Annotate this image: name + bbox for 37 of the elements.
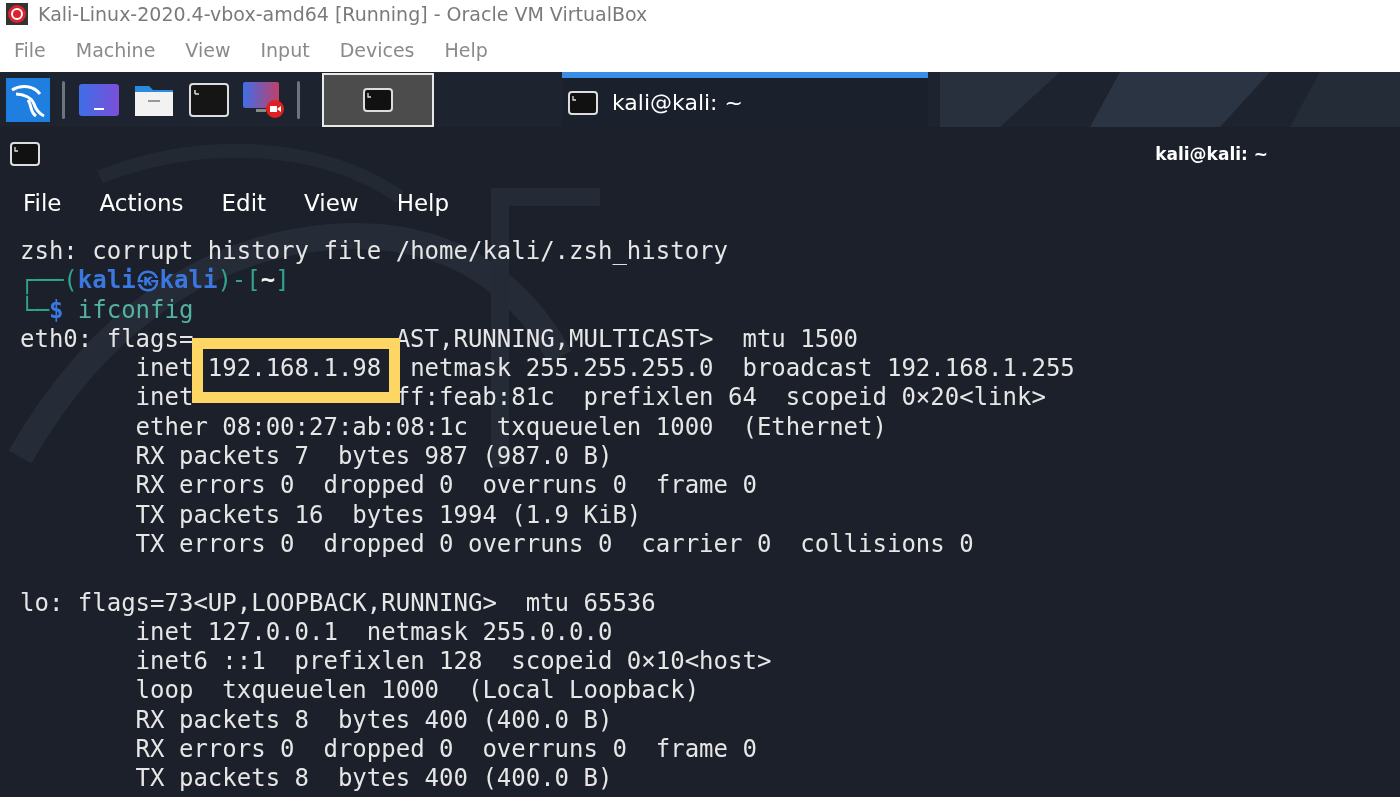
- terminal-text: loop txqueuelen 1000 (Local Loopback): [134, 676, 700, 706]
- prompt-line: ┌──(kali㉿kali)-[~]: [20, 266, 290, 295]
- terminal-icon: [10, 141, 40, 166]
- terminal-text: RX errors 0 dropped 0 overruns 0 frame 0: [134, 471, 757, 501]
- menu-item[interactable]: File: [23, 189, 62, 216]
- terminal-text: TX packets 16 bytes 1994 (1.9 KiB): [134, 500, 642, 530]
- menu-item[interactable]: View: [304, 189, 359, 216]
- prompt-line: └─$ ifconfig: [20, 295, 194, 325]
- terminal-text: eth0: flags=: [20, 324, 194, 355]
- terminal-text: ether 08:00:27:ab:08:1c txqueuelen 1000 (Ethernet): [134, 412, 887, 443]
- terminal-icon: [568, 90, 598, 115]
- taskbar-window-button[interactable]: kali@kali: ~: [562, 72, 928, 127]
- terminal-text: inet 192.168.1.98 netmask 255.255.255.0 broadcast 192.168.1.255: [134, 354, 1075, 384]
- window-title: Kali-Linux-2020.4-vbox-amd64 [Running] - Oracle VM VirtualBox: [38, 3, 648, 25]
- terminal-text: zsh: corrupt history file /home/kali/.zsh_history: [20, 237, 728, 267]
- terminal-text: RX packets 8 bytes 400 (400.0 B): [134, 705, 613, 736]
- terminal-text: RX errors 0 dropped 0 overruns 0 frame 0: [134, 735, 757, 765]
- desktop-icon[interactable]: [78, 82, 120, 117]
- terminal-text: TX errors 0 dropped 0 overruns 0 carrier 0 collisions 0: [134, 529, 974, 560]
- terminal-text: TX packets 8 bytes 400 (400.0 B): [134, 764, 613, 794]
- terminal-text: ff:feab:81c prefixlen 64 scopeid 0×20<link>: [395, 383, 1046, 413]
- window-title: kali@kali: ~: [1155, 143, 1268, 164]
- terminal-text: lo: flags=73<UP,LOOPBACK,RUNNING> mtu 65536: [20, 588, 656, 618]
- terminal-icon[interactable]: [189, 82, 229, 117]
- menu-item[interactable]: Actions: [99, 189, 184, 216]
- virtualbox-icon: [6, 3, 28, 25]
- menu-item[interactable]: Help: [396, 189, 450, 216]
- terminal-text: inet 127.0.0.1 netmask 255.0.0.0: [134, 617, 613, 648]
- terminal-text: inet: [134, 383, 194, 413]
- workspace-button[interactable]: [322, 72, 434, 127]
- terminal-text: AST,RUNNING,MULTICAST> mtu 1500: [395, 324, 859, 355]
- screen-recorder-icon[interactable]: [242, 80, 286, 119]
- menu-item[interactable]: Edit: [221, 189, 267, 216]
- kali-dragon-logo[interactable]: [6, 77, 50, 122]
- terminal-text: RX packets 7 bytes 987 (987.0 B): [134, 442, 613, 472]
- terminal-text: inet6 ::1 prefixlen 128 scopeid 0×10<host>: [134, 647, 772, 677]
- terminal-icon: [363, 87, 393, 112]
